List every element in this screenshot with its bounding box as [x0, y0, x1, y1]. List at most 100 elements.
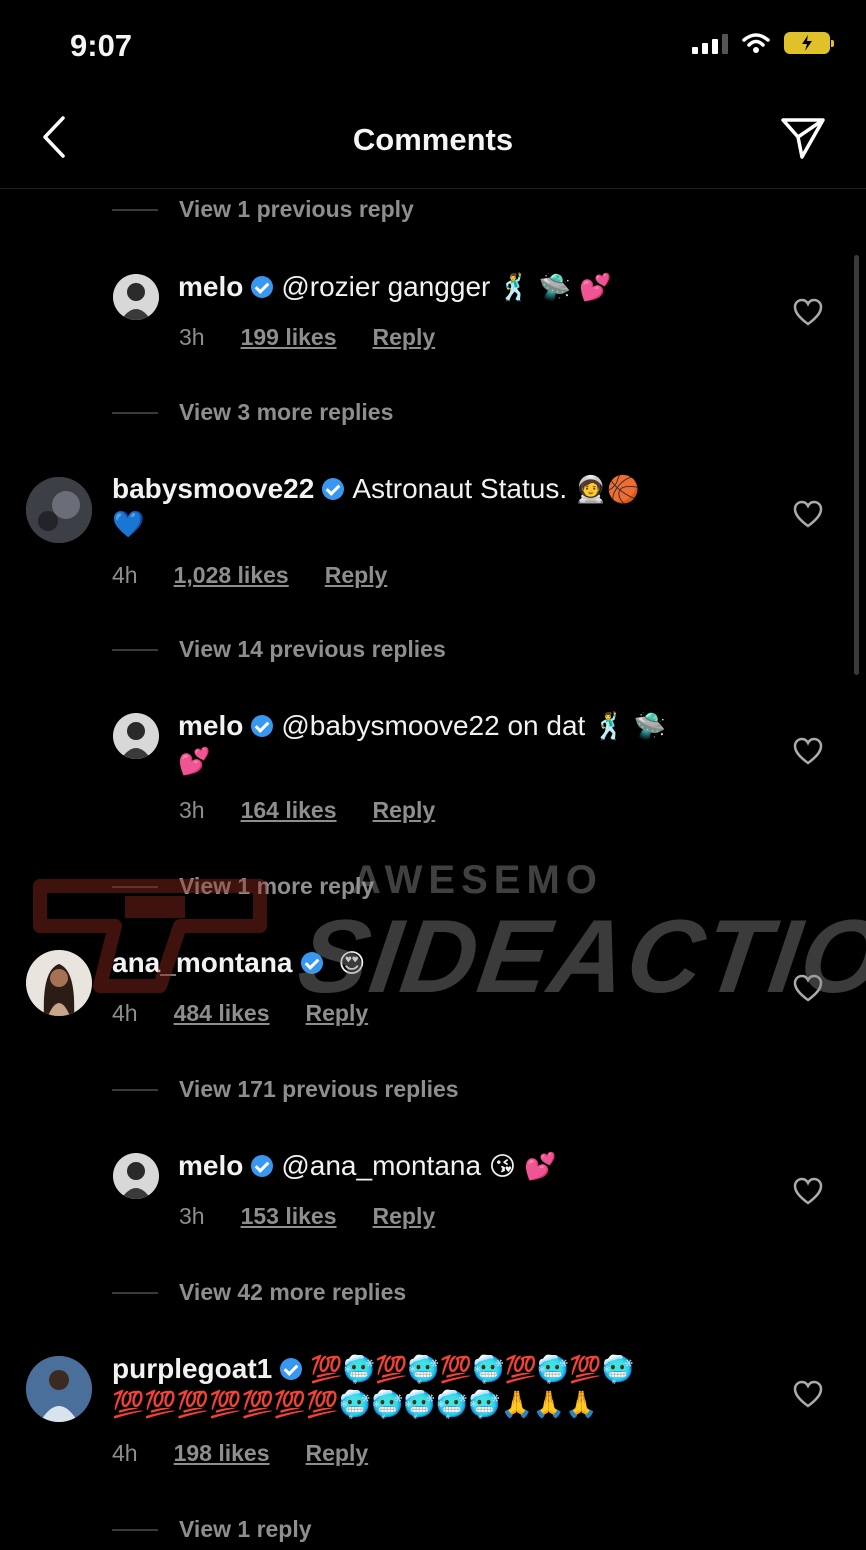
header: Comments	[0, 96, 866, 189]
comment-text: ana_montana 😍	[112, 946, 732, 981]
reply-button[interactable]: Reply	[373, 797, 436, 824]
comment-meta: 3h 164 likes Reply	[179, 797, 435, 824]
likes-link[interactable]: 153 likes	[241, 1203, 337, 1230]
reply-button[interactable]: Reply	[306, 1000, 369, 1027]
comment-meta: 4h 1,028 likes Reply	[112, 562, 387, 589]
status-bar: 9:07	[0, 0, 866, 90]
view-replies-link[interactable]: View 42 more replies	[112, 1279, 406, 1306]
view-replies-link[interactable]: View 1 previous reply	[112, 196, 414, 223]
scrollbar[interactable]	[854, 255, 859, 675]
comment-text: melo @babysmoove22 on dat 🕺 🛸 💕	[178, 709, 738, 779]
comment-text: purplegoat1 💯🥶💯🥶💯🥶💯🥶💯🥶 💯💯💯💯💯💯💯🥶🥶🥶🥶🥶🙏🙏🙏	[112, 1352, 762, 1422]
comment-time: 3h	[179, 797, 205, 823]
username[interactable]: purplegoat1	[112, 1353, 272, 1384]
comment-emoji: 💯🥶💯🥶💯🥶💯🥶💯🥶	[310, 1355, 634, 1385]
avatar[interactable]	[113, 713, 159, 759]
reply-button[interactable]: Reply	[373, 324, 436, 351]
comment-meta: 4h 198 likes Reply	[112, 1440, 368, 1467]
watermark-top-text: AWESEMO	[352, 858, 603, 902]
comment-emoji: 🧑‍🚀🏀	[574, 475, 640, 505]
verified-badge-icon	[251, 715, 274, 737]
comment-time: 3h	[179, 1203, 205, 1229]
comment-text: melo @ana_montana 😘 💕	[178, 1149, 738, 1184]
comment-emoji: 🕺 🛸	[593, 712, 667, 742]
comment-meta: 4h 484 likes Reply	[112, 1000, 368, 1027]
comment-emoji-line2: 💯💯💯💯💯💯💯🥶🥶🥶🥶🥶🙏🙏🙏	[112, 1390, 598, 1420]
comment-body: Astronaut Status.	[352, 473, 568, 504]
comment-emoji: 😍	[338, 949, 366, 979]
username[interactable]: melo	[178, 1150, 243, 1181]
comment-emoji-line2: 💙	[112, 510, 145, 540]
comment-emoji: 😘 💕	[488, 1152, 557, 1182]
view-replies-link[interactable]: View 1 more reply	[112, 873, 374, 900]
view-replies-label: View 42 more replies	[179, 1279, 407, 1305]
divider	[112, 1088, 158, 1091]
status-icons	[692, 32, 834, 54]
verified-badge-icon	[251, 276, 274, 298]
comment-text: babysmoove22 Astronaut Status. 🧑‍🚀🏀 💙	[112, 472, 732, 542]
divider	[112, 208, 158, 211]
divider	[112, 1291, 158, 1294]
divider	[112, 885, 158, 888]
verified-badge-icon	[322, 478, 345, 500]
comment-time: 3h	[179, 324, 205, 350]
divider	[112, 411, 158, 414]
avatar[interactable]	[113, 1153, 159, 1199]
divider	[112, 1528, 158, 1531]
comment-body: @babysmoove22 on dat	[281, 710, 586, 741]
status-time: 9:07	[70, 28, 133, 63]
heart-icon[interactable]	[793, 298, 823, 326]
view-replies-link[interactable]: View 1 reply	[112, 1516, 312, 1543]
reply-button[interactable]: Reply	[306, 1440, 369, 1467]
comment-text: melo @rozier gangger 🕺 🛸 💕	[178, 270, 738, 305]
heart-icon[interactable]	[793, 737, 823, 765]
view-replies-link[interactable]: View 171 previous replies	[112, 1076, 459, 1103]
comment-time: 4h	[112, 1000, 138, 1026]
comment-meta: 3h 199 likes Reply	[179, 324, 435, 351]
page-title: Comments	[352, 122, 514, 157]
reply-button[interactable]: Reply	[325, 562, 388, 589]
comment-emoji: 🕺 🛸 💕	[498, 273, 612, 303]
comment-meta: 3h 153 likes Reply	[179, 1203, 435, 1230]
verified-badge-icon	[280, 1358, 303, 1380]
heart-icon[interactable]	[793, 974, 823, 1002]
battery-icon	[784, 32, 834, 54]
view-replies-label: View 1 reply	[179, 1516, 312, 1542]
heart-icon[interactable]	[793, 1380, 823, 1408]
signal-icon	[692, 32, 728, 54]
comment-body: @ana_montana	[281, 1150, 482, 1181]
likes-link[interactable]: 484 likes	[174, 1000, 270, 1027]
username[interactable]: melo	[178, 271, 243, 302]
view-replies-label: View 1 more reply	[179, 873, 375, 899]
comment-time: 4h	[112, 1440, 138, 1466]
username[interactable]: melo	[178, 710, 243, 741]
view-replies-label: View 1 previous reply	[179, 196, 414, 222]
likes-link[interactable]: 198 likes	[174, 1440, 270, 1467]
heart-icon[interactable]	[793, 1177, 823, 1205]
view-replies-link[interactable]: View 14 previous replies	[112, 636, 446, 663]
view-replies-label: View 3 more replies	[179, 399, 394, 425]
avatar[interactable]	[113, 274, 159, 320]
verified-badge-icon	[251, 1155, 274, 1177]
heart-icon[interactable]	[793, 500, 823, 528]
avatar[interactable]	[26, 1356, 92, 1422]
divider	[112, 648, 158, 651]
comment-time: 4h	[112, 562, 138, 588]
verified-badge-icon	[300, 952, 323, 974]
avatar[interactable]	[26, 950, 92, 1016]
avatar[interactable]	[26, 477, 92, 543]
view-replies-label: View 171 previous replies	[179, 1076, 459, 1102]
username[interactable]: babysmoove22	[112, 473, 314, 504]
likes-link[interactable]: 199 likes	[241, 324, 337, 351]
likes-link[interactable]: 1,028 likes	[174, 562, 289, 589]
comment-body: @rozier gangger	[281, 271, 491, 302]
send-button[interactable]	[780, 116, 826, 165]
view-replies-link[interactable]: View 3 more replies	[112, 399, 393, 426]
username[interactable]: ana_montana	[112, 947, 293, 978]
reply-button[interactable]: Reply	[373, 1203, 436, 1230]
send-icon	[781, 118, 825, 159]
wifi-icon	[742, 33, 770, 53]
comment-emoji-line2: 💕	[178, 747, 211, 777]
likes-link[interactable]: 164 likes	[241, 797, 337, 824]
view-replies-label: View 14 previous replies	[179, 636, 446, 662]
